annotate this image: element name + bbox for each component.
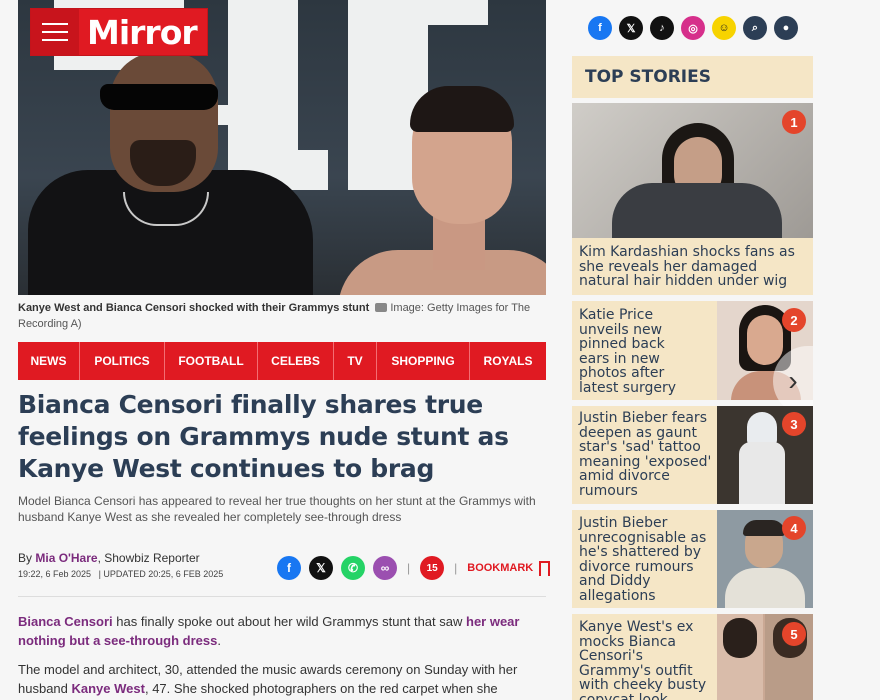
nav-item-football[interactable]: FOOTBALL <box>165 342 258 380</box>
top-story-item[interactable]: Justin Bieber unrecognisable as he's sha… <box>572 510 813 608</box>
article-page: Mirror Kanye West and Bianca Censori sho… <box>0 0 880 700</box>
top-stories-title: TOP STORIES <box>585 67 711 87</box>
image-caption: Kanye West and Bianca Censori shocked wi… <box>18 300 546 332</box>
article-standfirst: Model Bianca Censori has appeared to rev… <box>18 494 536 524</box>
share-bar: f 𝕏 ✆ ∞ | 15 | BOOKMARK <box>277 556 551 580</box>
mirror-logo[interactable]: Mirror <box>79 9 207 55</box>
rank-badge: 4 <box>782 516 806 540</box>
masthead: Mirror <box>30 8 208 56</box>
rank-badge: 1 <box>782 110 806 134</box>
article-paragraph: The model and architect, 30, attended th… <box>18 662 518 696</box>
whatsapp-icon[interactable]: ✆ <box>341 556 365 580</box>
facebook-icon[interactable]: f <box>277 556 301 580</box>
bookmark-icon <box>539 560 551 579</box>
byline: By Mia O'Hare, Showbiz Reporter <box>18 551 200 565</box>
updated-date: | UPDATED 20:25, 6 FEB 2025 <box>98 569 224 579</box>
published-date: 19:22, 6 Feb 2025 <box>18 569 92 579</box>
divider: | <box>407 561 411 575</box>
divider-line <box>18 596 546 597</box>
top-story-item[interactable]: Justin Bieber fears deepen as gaunt star… <box>572 406 813 504</box>
author-link[interactable]: Mia O'Hare <box>35 551 97 565</box>
link-bianca-censori[interactable]: Bianca Censori <box>18 614 113 629</box>
top-story-item[interactable]: Kanye West's ex mocks Bianca Censori's G… <box>572 614 813 700</box>
top-stories-header: TOP STORIES <box>572 56 813 98</box>
camera-icon <box>375 303 388 312</box>
article-dates: 19:22, 6 Feb 2025 | UPDATED 20:25, 6 FEB… <box>18 569 223 579</box>
story-title: Kim Kardashian shocks fans as she reveal… <box>579 244 795 289</box>
social-links: f 𝕏 ♪ ◎ ☺ ⌕ ● <box>588 16 798 40</box>
link-icon[interactable]: ∞ <box>373 556 397 580</box>
rank-badge: 2 <box>782 308 806 332</box>
nav-item-shopping[interactable]: SHOPPING <box>377 342 470 380</box>
nav-item-politics[interactable]: POLITICS <box>80 342 165 380</box>
divider: | <box>454 561 458 575</box>
comments-count: 15 <box>426 562 438 574</box>
tiktok-icon[interactable]: ♪ <box>650 16 674 40</box>
nav-item-tv[interactable]: TV <box>334 342 377 380</box>
top-story-item[interactable]: 1 Kim Kardashian shocks fans as she reve… <box>572 103 813 295</box>
bookmark-button[interactable]: BOOKMARK <box>467 560 551 579</box>
account-icon[interactable]: ● <box>774 16 798 40</box>
snapchat-icon[interactable]: ☺ <box>712 16 736 40</box>
section-nav: NEWS POLITICS FOOTBALL CELEBS TV SHOPPIN… <box>18 342 546 380</box>
caption-text: Kanye West and Bianca Censori shocked wi… <box>18 302 370 314</box>
story-title: Justin Bieber fears deepen as gaunt star… <box>579 410 712 499</box>
link-kanye-west[interactable]: Kanye West <box>72 681 145 696</box>
instagram-icon[interactable]: ◎ <box>681 16 705 40</box>
story-title: Justin Bieber unrecognisable as he's sha… <box>579 515 707 604</box>
article-headline: Bianca Censori finally shares true feeli… <box>18 390 509 483</box>
x-icon[interactable]: 𝕏 <box>309 556 333 580</box>
menu-icon[interactable] <box>31 9 79 55</box>
article-paragraph: Bianca Censori has finally spoke out abo… <box>18 614 520 648</box>
rank-badge: 3 <box>782 412 806 436</box>
nav-item-news[interactable]: NEWS <box>18 342 80 380</box>
facebook-icon[interactable]: f <box>588 16 612 40</box>
author-role: , Showbiz Reporter <box>97 551 200 565</box>
nav-item-royals[interactable]: ROYALS <box>470 342 546 380</box>
x-icon[interactable]: 𝕏 <box>619 16 643 40</box>
nav-item-celebs[interactable]: CELEBS <box>258 342 334 380</box>
search-icon[interactable]: ⌕ <box>743 16 767 40</box>
story-title: Kanye West's ex mocks Bianca Censori's G… <box>579 619 707 700</box>
comments-icon[interactable]: 15 <box>420 556 445 580</box>
rank-badge: 5 <box>782 622 806 646</box>
story-thumbnail <box>572 103 813 238</box>
top-story-item[interactable]: Katie Price unveils new pinned back ears… <box>572 301 813 416</box>
story-title: Katie Price unveils new pinned back ears… <box>579 307 677 396</box>
